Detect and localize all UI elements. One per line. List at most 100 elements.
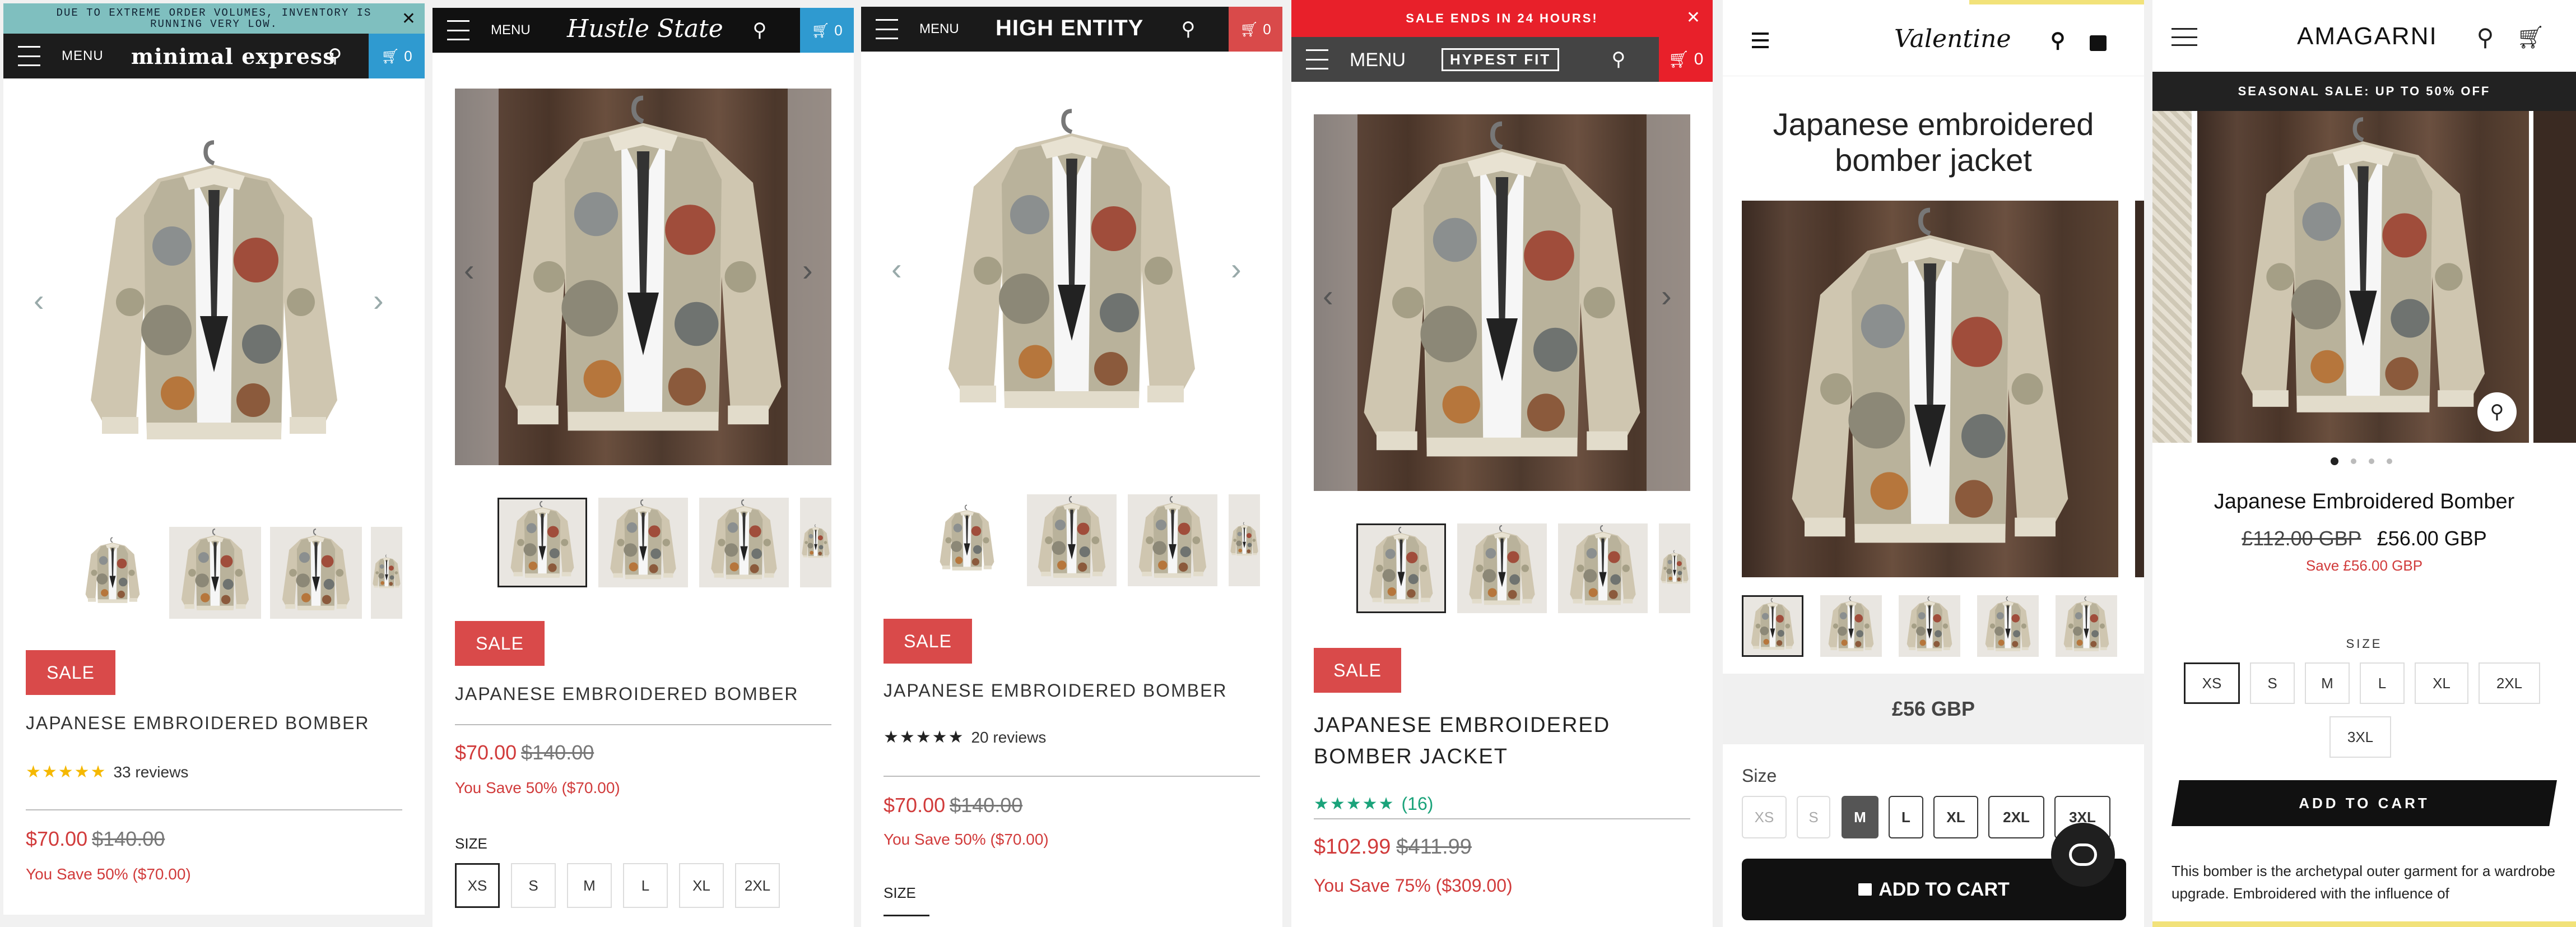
thumbnail[interactable] [598, 498, 688, 587]
thumbnail[interactable] [800, 498, 831, 587]
cart-button[interactable]: 🛒︎ 0 [1659, 37, 1713, 82]
brand-logo[interactable]: Valentine [1894, 25, 2011, 53]
brand-logo[interactable]: HIGH ENTITY [996, 16, 1143, 41]
size-option-2xl[interactable]: 2XL [735, 863, 780, 908]
thumbnail[interactable] [371, 527, 402, 619]
brand-logo[interactable]: HYPEST FIT [1442, 48, 1560, 71]
thumbnail[interactable] [2056, 595, 2117, 657]
product-image[interactable] [455, 89, 831, 465]
thumbnail[interactable] [1742, 595, 1803, 657]
size-option-m[interactable]: M [567, 863, 612, 908]
product-description: This bomber is the archetypal outer garm… [2172, 863, 2556, 902]
hamburger-icon[interactable] [2172, 28, 2197, 46]
cart-button[interactable]: 🛒︎ 0 [1229, 7, 1282, 52]
size-option-2xl[interactable]: 2XL [2479, 662, 2540, 704]
thumbnail[interactable] [1659, 523, 1690, 613]
menu-label[interactable]: MENU [1350, 49, 1406, 71]
size-option-m[interactable]: M [1842, 796, 1878, 838]
cart-count: 0 [1263, 20, 1271, 38]
hamburger-icon[interactable] [876, 19, 898, 39]
thumbnail[interactable] [270, 527, 362, 619]
zoom-button[interactable]: ⚲ [2477, 392, 2517, 432]
thumbnail[interactable] [169, 527, 261, 619]
prev-arrow-icon[interactable]: ‹ [464, 254, 475, 286]
size-option-xl[interactable]: XL [2415, 662, 2468, 704]
hamburger-icon[interactable] [18, 46, 40, 66]
thumbnail[interactable] [1977, 595, 2039, 657]
search-icon[interactable]: ⚲ [1608, 49, 1629, 70]
search-icon[interactable]: ⚲ [325, 45, 345, 67]
header: AMAGARNI ⚲ 🛒︎ [2152, 0, 2576, 72]
size-option-s[interactable]: S [2250, 662, 2295, 704]
cart-icon[interactable]: 🛒︎ [2517, 25, 2545, 50]
thumbnail[interactable] [936, 494, 998, 586]
search-icon[interactable]: ⚲ [2048, 29, 2068, 52]
brand-logo[interactable]: AMAGARNI [2297, 22, 2438, 50]
product-image[interactable] [932, 77, 1212, 464]
thumbnail[interactable] [1457, 523, 1547, 613]
thumbnail[interactable] [1820, 595, 1882, 657]
product-image[interactable] [1742, 201, 2118, 577]
thumbnail[interactable] [497, 498, 587, 587]
search-icon[interactable]: ⚲ [750, 20, 770, 41]
product-image[interactable] [2197, 111, 2529, 443]
product-image[interactable] [74, 109, 354, 495]
hamburger-icon[interactable] [447, 20, 469, 40]
thumbnail[interactable] [1027, 494, 1117, 586]
brand-logo[interactable]: Hustle State [567, 15, 723, 43]
product-image[interactable] [1314, 114, 1690, 491]
thumbnail[interactable] [1356, 523, 1446, 613]
size-option-l[interactable]: L [1889, 796, 1923, 838]
close-icon[interactable]: ✕ [1686, 8, 1700, 27]
close-icon[interactable]: ✕ [402, 9, 416, 29]
cart-button[interactable]: 🛒︎ 0 [800, 8, 854, 53]
thumbnail[interactable] [699, 498, 789, 587]
product-title: Japanese Embroidered Bomber [2214, 490, 2515, 513]
thumbnail[interactable] [1558, 523, 1648, 613]
search-icon[interactable]: ⚲ [1178, 18, 1198, 40]
prev-arrow-icon[interactable]: ‹ [891, 253, 902, 285]
thumbnail[interactable] [1128, 494, 1217, 586]
carousel-dot-active[interactable] [2331, 457, 2338, 465]
brand-logo[interactable]: minimal express [131, 44, 336, 69]
size-option-partial[interactable] [884, 915, 929, 927]
carousel-dot[interactable] [2387, 458, 2392, 464]
hamburger-icon[interactable] [1752, 33, 1769, 48]
prev-arrow-icon[interactable]: ‹ [34, 285, 44, 316]
next-arrow-icon[interactable]: › [373, 285, 384, 316]
chat-button[interactable] [2051, 823, 2115, 887]
cart-button[interactable]: 🛒︎ 0 [369, 34, 425, 78]
size-option-xs[interactable]: XS [455, 863, 500, 908]
next-arrow-icon[interactable]: › [802, 254, 813, 286]
carousel-dot[interactable] [2369, 458, 2374, 464]
menu-label[interactable]: MENU [62, 48, 104, 64]
hamburger-icon[interactable] [1306, 49, 1328, 69]
rating[interactable]: ★★★★★ (16) [1314, 794, 1433, 814]
size-option-xs[interactable]: XS [2184, 662, 2240, 704]
prev-arrow-icon[interactable]: ‹ [1323, 280, 1333, 312]
thumbnail[interactable] [1229, 494, 1260, 586]
rating[interactable]: ★★★★★ 20 reviews [884, 727, 1046, 747]
menu-label[interactable]: MENU [919, 21, 959, 37]
size-option-l[interactable]: L [623, 863, 668, 908]
next-arrow-icon[interactable]: › [1661, 280, 1672, 312]
add-to-cart-button[interactable]: ADD TO CART [2172, 780, 2557, 826]
size-option-m[interactable]: M [2305, 662, 2350, 704]
size-option-s[interactable]: S [1797, 796, 1830, 838]
menu-label[interactable]: MENU [491, 22, 531, 38]
size-option-xs[interactable]: XS [1742, 796, 1787, 838]
savings-text: Save £56.00 GBP [2305, 557, 2423, 574]
size-option-3xl[interactable]: 3XL [2329, 716, 2391, 758]
size-option-l[interactable]: L [2360, 662, 2405, 704]
search-icon[interactable]: ⚲ [2473, 24, 2498, 50]
size-option-2xl[interactable]: 2XL [1988, 796, 2044, 838]
thumbnail[interactable] [1899, 595, 1960, 657]
next-arrow-icon[interactable]: › [1231, 253, 1241, 285]
carousel-dot[interactable] [2351, 458, 2356, 464]
size-option-xl[interactable]: XL [679, 863, 724, 908]
size-option-s[interactable]: S [511, 863, 556, 908]
bag-icon[interactable] [2088, 29, 2108, 52]
rating[interactable]: ★★★★★ 33 reviews [26, 762, 188, 782]
thumbnail[interactable] [82, 527, 143, 619]
size-option-xl[interactable]: XL [1933, 796, 1978, 838]
